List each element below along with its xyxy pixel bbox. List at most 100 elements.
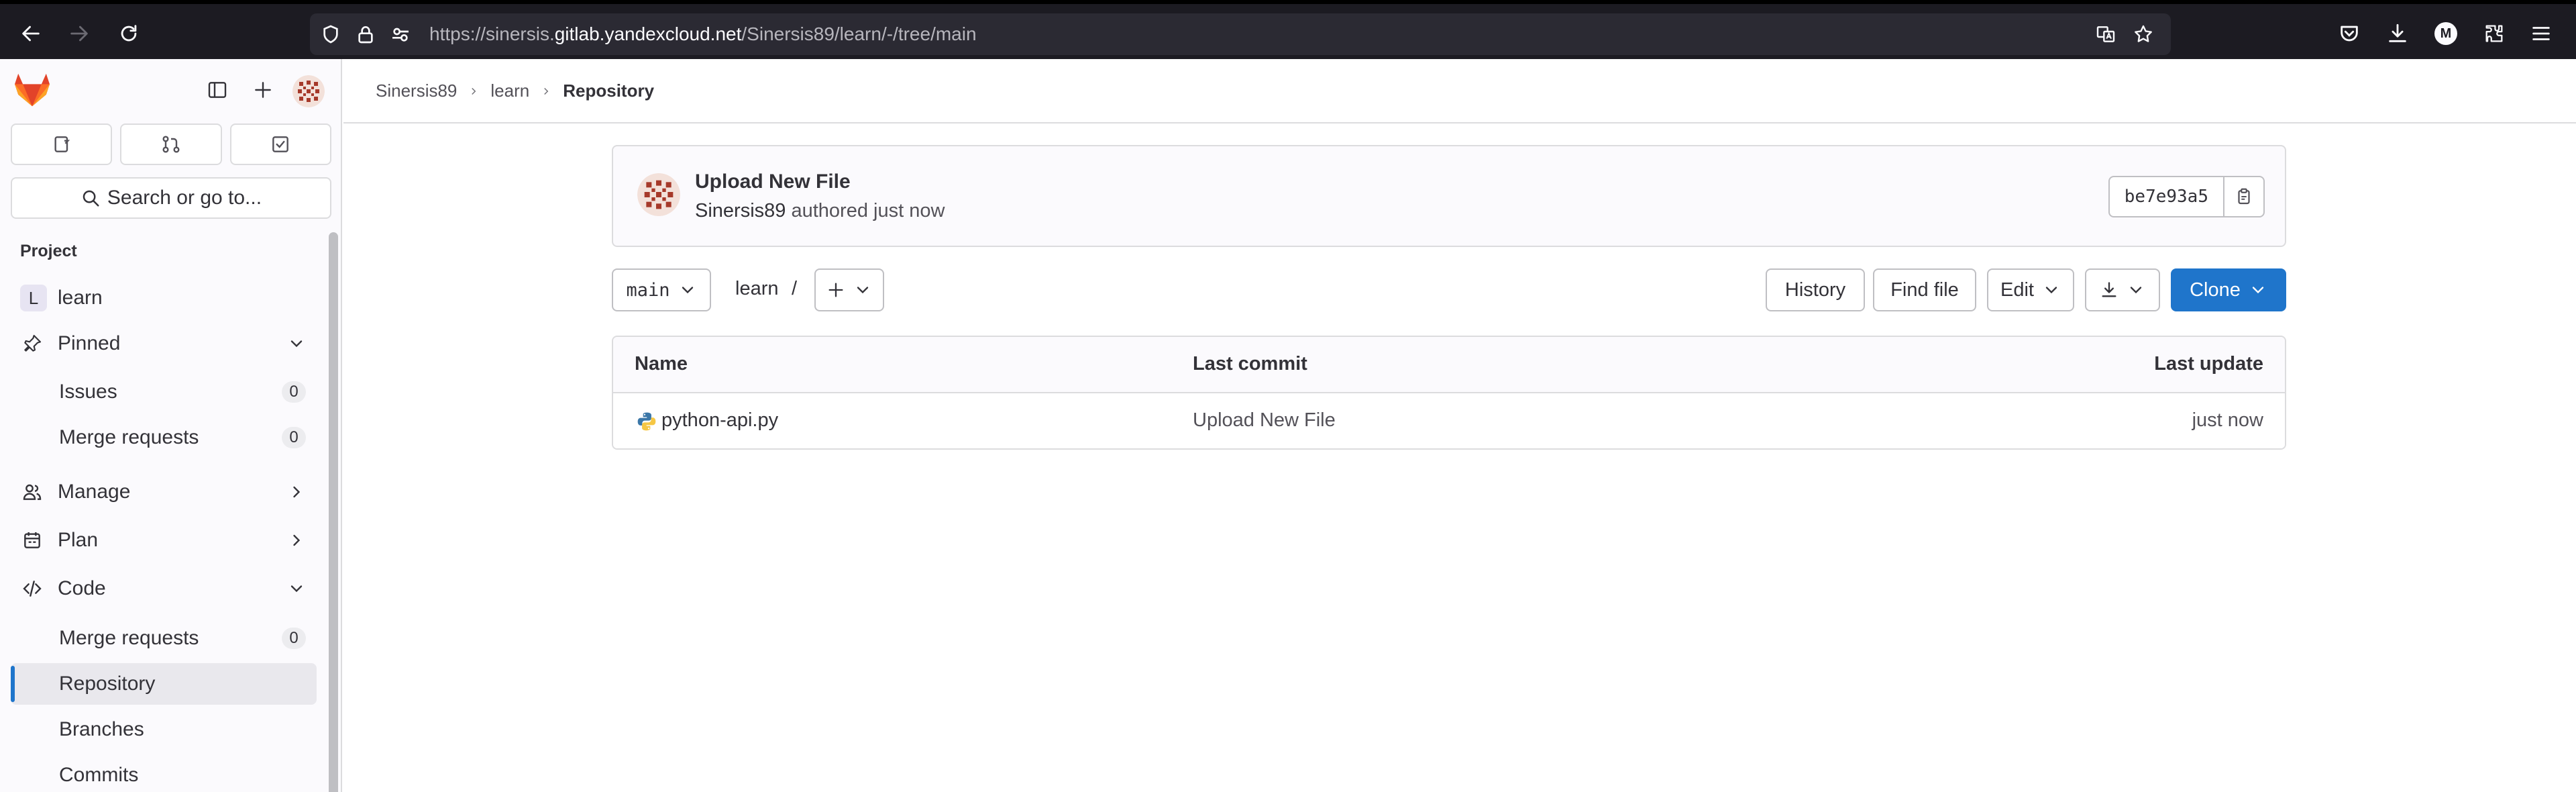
shield-icon[interactable] (319, 23, 342, 46)
column-header-last-commit: Last commit (1193, 353, 1307, 375)
column-header-name: Name (635, 353, 688, 375)
bookmark-star-icon[interactable] (2132, 23, 2155, 46)
reload-button[interactable] (113, 17, 145, 50)
edit-dropdown[interactable]: Edit (1987, 268, 2074, 311)
find-file-button[interactable]: Find file (1873, 268, 1976, 311)
table-header: Name Last commit Last update (613, 337, 2285, 393)
sidebar-item-label: Branches (59, 718, 144, 740)
url-bar[interactable]: https://sinersis.gitlab.yandexcloud.net/… (310, 13, 2171, 55)
project-avatar: L (20, 285, 47, 311)
plus-icon[interactable] (250, 77, 276, 103)
user-avatar[interactable] (292, 75, 325, 107)
column-header-last-update: Last update (2154, 353, 2263, 375)
commit-author-avatar[interactable] (637, 173, 680, 216)
repo-path-separator: / (792, 278, 798, 299)
breadcrumb-bar: Sinersis89 learn Repository (343, 59, 2576, 123)
file-name-link[interactable]: python-api.py (661, 409, 778, 432)
todo-quick-button[interactable] (229, 123, 331, 165)
sidebar-item-issues[interactable]: Issues 0 (11, 371, 317, 413)
breadcrumb-current[interactable]: Repository (563, 81, 654, 101)
last-commit-panel: Upload New File Sinersis89 authored just… (612, 145, 2286, 247)
calendar-icon (20, 528, 44, 552)
collapse-sidebar-icon[interactable] (204, 77, 231, 103)
url-prefix: https://sinersis. (429, 23, 555, 44)
branch-selector[interactable]: main (612, 268, 711, 311)
sidebar-header (0, 59, 342, 121)
sidebar-item-pinned[interactable]: Pinned (11, 323, 317, 364)
clone-dropdown[interactable]: Clone (2171, 268, 2286, 311)
issues-icon (54, 136, 70, 152)
sidebar-item-pinned-merge-requests[interactable]: Merge requests 0 (11, 417, 317, 458)
commit-sha[interactable]: be7e93a5 (2110, 177, 2223, 216)
sidebar-item-code-merge-requests[interactable]: Merge requests 0 (11, 617, 317, 659)
back-button[interactable] (15, 17, 47, 50)
sidebar-item-label: Pinned (58, 332, 121, 354)
history-button-label: History (1784, 279, 1846, 301)
edit-button-label: Edit (2000, 279, 2034, 301)
permissions-icon[interactable] (389, 23, 412, 46)
merge-requests-count-badge: 0 (282, 427, 306, 448)
url-host: gitlab.yandexcloud.net (554, 23, 742, 44)
forward-button[interactable] (63, 17, 95, 50)
commit-meta-text: authored just now (791, 200, 945, 221)
chevron-down-icon (682, 287, 693, 294)
file-last-update: just now (2192, 409, 2263, 431)
code-icon (20, 577, 44, 601)
issues-quick-button[interactable] (11, 123, 113, 165)
table-row[interactable]: python-api.py Upload New File just now (613, 393, 2285, 448)
translate-icon[interactable] (2094, 23, 2117, 46)
sidebar-scrollbar[interactable] (329, 232, 338, 792)
sidebar: Search or go to... Project L learn Pinne… (0, 59, 342, 792)
download-archive-dropdown[interactable] (2085, 268, 2160, 311)
pocket-icon[interactable] (2334, 19, 2364, 48)
file-tree-table: Name Last commit Last update python-api.… (612, 336, 2286, 450)
merge-requests-quick-button[interactable] (120, 123, 222, 165)
sidebar-item-label: Issues (59, 381, 117, 403)
url-path: /Sinersis89/learn/-/tree/main (741, 23, 977, 44)
branch-name: main (626, 279, 670, 301)
copy-sha-button[interactable] (2223, 177, 2263, 216)
python-file-icon (637, 412, 656, 431)
chevron-right-icon (293, 534, 301, 546)
clone-button-label: Clone (2190, 279, 2241, 301)
sidebar-item-label: Manage (58, 481, 131, 503)
history-button[interactable]: History (1766, 268, 1865, 311)
arrow-right-icon (70, 26, 88, 42)
sidebar-item-commits[interactable]: Commits (11, 754, 317, 792)
commit-title-link[interactable]: Upload New File (695, 170, 851, 193)
breadcrumb-project[interactable]: learn (490, 81, 529, 101)
profile-button[interactable]: M (2431, 19, 2461, 48)
sidebar-item-label: Merge requests (59, 426, 199, 448)
sidebar-item-label: learn (58, 287, 103, 309)
issues-count-badge: 0 (282, 381, 306, 403)
sidebar-item-project[interactable]: L learn (11, 277, 317, 319)
chevron-down-icon (290, 585, 303, 593)
gitlab-logo-icon[interactable] (13, 72, 51, 107)
screen: https://sinersis.gitlab.yandexcloud.net/… (0, 0, 2576, 792)
sidebar-item-code[interactable]: Code (11, 568, 317, 609)
sidebar-search-button[interactable]: Search or go to... (11, 177, 331, 219)
sidebar-section-title: Project (20, 242, 77, 260)
chevron-right-icon (544, 87, 549, 95)
download-icon[interactable] (2383, 19, 2412, 48)
sidebar-item-branches[interactable]: Branches (11, 709, 317, 750)
commit-author-link[interactable]: Sinersis89 (695, 200, 786, 221)
hamburger-menu-icon[interactable] (2526, 19, 2556, 48)
sidebar-item-plan[interactable]: Plan (11, 519, 317, 561)
repo-path-link[interactable]: learn (735, 278, 779, 300)
extensions-icon[interactable] (2479, 19, 2509, 48)
sidebar-item-label: Code (58, 577, 106, 599)
sidebar-item-label: Merge requests (59, 627, 199, 649)
lock-icon[interactable] (354, 23, 377, 46)
file-last-commit-link[interactable]: Upload New File (1193, 409, 1336, 432)
sidebar-item-repository[interactable]: Repository (11, 663, 317, 705)
breadcrumb: Sinersis89 learn Repository (376, 81, 654, 101)
browser-toolbar: https://sinersis.gitlab.yandexcloud.net/… (0, 0, 2576, 59)
download-icon (2102, 282, 2116, 297)
url-text[interactable]: https://sinersis.gitlab.yandexcloud.net/… (429, 23, 977, 45)
sidebar-item-manage[interactable]: Manage (11, 471, 317, 513)
arrow-left-icon (22, 26, 40, 42)
add-to-tree-dropdown[interactable] (814, 268, 884, 311)
breadcrumb-namespace[interactable]: Sinersis89 (376, 81, 457, 101)
profile-avatar: M (2434, 22, 2457, 45)
